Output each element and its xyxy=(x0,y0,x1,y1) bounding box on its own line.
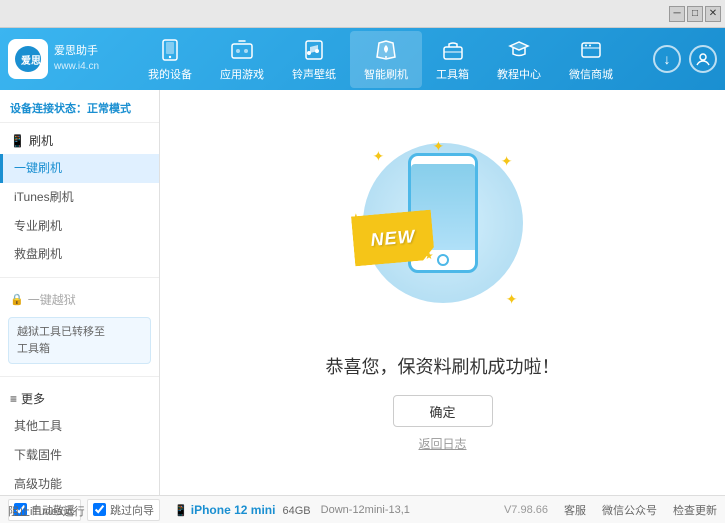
nav-app-label: 应用游戏 xyxy=(220,66,264,82)
sidebar-item-download-firmware[interactable]: 下载固件 xyxy=(0,441,159,470)
title-bar: ─ □ ✕ xyxy=(0,0,725,28)
app-game-icon xyxy=(229,37,255,63)
svg-text:爱思: 爱思 xyxy=(21,54,41,67)
status-label: 设备连接状态： xyxy=(10,103,87,115)
skip-wizard-checkbox[interactable] xyxy=(93,503,106,516)
nav-tutorial-label: 教程中心 xyxy=(497,66,541,82)
content-area: ✦ ✦ ✦ ✦ NEW ★ ★ 恭喜您，保资料刷机成功啦！ 确定 返回日志 xyxy=(160,90,725,495)
ringtone-icon xyxy=(301,37,327,63)
jailbreak-notice-text: 越狱工具已转移至工具箱 xyxy=(17,326,105,355)
nav-wechat-shop-label: 微信商城 xyxy=(569,66,613,82)
divider-1 xyxy=(0,277,159,278)
lock-icon: 🔒 xyxy=(10,293,24,306)
wechat-shop-icon xyxy=(578,37,604,63)
itunes-status: 阻止iTunes运行 xyxy=(8,503,85,519)
sparkle-1: ✦ xyxy=(373,148,385,165)
nav-tutorial[interactable]: 教程中心 xyxy=(483,31,555,88)
logo-icon: 爱思 xyxy=(8,39,48,79)
sidebar-section-flash: 📱 刷机 一键刷机 iTunes刷机 专业刷机 救盘刷机 xyxy=(0,123,159,273)
logo-text: 爱思助手 www.i4.cn xyxy=(54,44,99,73)
phone-nav-icon xyxy=(157,37,183,63)
skip-wizard-label: 跳过向导 xyxy=(110,502,154,518)
version-info: V7.98.66 xyxy=(504,504,548,516)
device-info: 📱 iPhone 12 mini 64GB xyxy=(174,503,311,517)
nav-my-device[interactable]: 我的设备 xyxy=(134,31,206,88)
sidebar: 设备连接状态：正常模式 📱 刷机 一键刷机 iTunes刷机 专业刷机 救盘刷机 xyxy=(0,90,160,495)
nav-my-device-label: 我的设备 xyxy=(148,66,192,82)
maximize-button[interactable]: □ xyxy=(687,6,703,22)
logo-area: 爱思 爱思助手 www.i4.cn xyxy=(8,39,108,79)
wechat-public-link[interactable]: 微信公众号 xyxy=(602,502,657,518)
jailbreak-section-header: 🔒 一键越狱 xyxy=(0,286,159,313)
nav-right: ↓ xyxy=(653,45,717,73)
back-link[interactable]: 返回日志 xyxy=(418,435,466,452)
nav-wechat-shop[interactable]: 微信商城 xyxy=(555,31,627,88)
itunes-status-text: 阻止iTunes运行 xyxy=(8,506,85,518)
logo-url: www.i4.cn xyxy=(54,60,99,74)
main-area: 设备连接状态：正常模式 📱 刷机 一键刷机 iTunes刷机 专业刷机 救盘刷机 xyxy=(0,90,725,495)
user-button[interactable] xyxy=(689,45,717,73)
smart-shop-icon xyxy=(373,37,399,63)
device-phone-icon: 📱 xyxy=(174,505,191,517)
more-section-header: ≡ 更多 xyxy=(0,385,159,412)
phone-sidebar-icon: 📱 xyxy=(10,134,25,148)
star-bottom: ★ xyxy=(425,251,434,262)
success-title: 恭喜您，保资料刷机成功啦！ xyxy=(326,353,560,379)
sidebar-item-pro-flash[interactable]: 专业刷机 xyxy=(0,212,159,241)
sidebar-item-advanced[interactable]: 高级功能 xyxy=(0,470,159,495)
home-button xyxy=(437,254,449,266)
bottom-bar: 自动敬遥 跳过向导 📱 iPhone 12 mini 64GB Down-12m… xyxy=(0,495,725,523)
sparkle-4: ✦ xyxy=(506,291,518,308)
nav-smart-shop[interactable]: 智能刷机 xyxy=(350,31,422,88)
skip-wizard-group: 跳过向导 xyxy=(87,499,160,521)
success-illustration: ✦ ✦ ✦ ✦ NEW ★ ★ xyxy=(343,133,543,333)
minimize-button[interactable]: ─ xyxy=(669,6,685,22)
sidebar-item-other-tools[interactable]: 其他工具 xyxy=(0,412,159,441)
sidebar-item-save-flash[interactable]: 救盘刷机 xyxy=(0,240,159,269)
status-value: 正常模式 xyxy=(87,103,131,115)
nav-toolbox-label: 工具箱 xyxy=(436,66,469,82)
nav-smart-shop-label: 智能刷机 xyxy=(364,66,408,82)
nav-toolbox[interactable]: 工具箱 xyxy=(422,31,483,88)
jailbreak-notice: 越狱工具已转移至工具箱 xyxy=(8,317,151,364)
connection-status: 设备连接状态：正常模式 xyxy=(0,94,159,123)
device-storage: 64GB xyxy=(283,505,311,517)
window-controls: ─ □ ✕ xyxy=(669,6,721,22)
close-button[interactable]: ✕ xyxy=(705,6,721,22)
star-left: ★ xyxy=(351,211,362,225)
download-button[interactable]: ↓ xyxy=(653,45,681,73)
nav-ringtone-label: 铃声壁纸 xyxy=(292,66,336,82)
sidebar-item-one-key-flash[interactable]: 一键刷机 xyxy=(0,154,159,183)
jailbreak-section-label: 一键越狱 xyxy=(28,291,76,308)
sparkle-3: ✦ xyxy=(501,153,513,170)
confirm-button[interactable]: 确定 xyxy=(393,395,493,427)
nav-app-game[interactable]: 应用游戏 xyxy=(206,31,278,88)
new-badge: NEW xyxy=(350,210,434,267)
tutorial-icon xyxy=(506,37,532,63)
nav-items: 我的设备 应用游戏 铃声壁纸 xyxy=(108,31,653,88)
device-name: iPhone 12 mini xyxy=(191,503,276,517)
flash-section-header: 📱 刷机 xyxy=(0,127,159,154)
check-update-link[interactable]: 检查更新 xyxy=(673,502,717,518)
flash-section-label: 刷机 xyxy=(29,132,53,149)
sidebar-section-jailbreak: 🔒 一键越狱 越狱工具已转移至工具箱 xyxy=(0,282,159,372)
logo-name: 爱思助手 xyxy=(54,44,99,59)
sidebar-item-itunes-flash[interactable]: iTunes刷机 xyxy=(0,183,159,212)
nav-ringtone[interactable]: 铃声壁纸 xyxy=(278,31,350,88)
more-icon: ≡ xyxy=(10,392,17,406)
customer-service-link[interactable]: 客服 xyxy=(564,502,586,518)
divider-2 xyxy=(0,376,159,377)
toolbox-icon xyxy=(440,37,466,63)
top-nav: 爱思 爱思助手 www.i4.cn 我的设备 xyxy=(0,28,725,90)
sidebar-section-more: ≡ 更多 其他工具 下载固件 高级功能 xyxy=(0,381,159,495)
device-model: Down-12mini-13,1 xyxy=(321,504,410,516)
more-section-label: 更多 xyxy=(21,390,45,407)
bottom-right: V7.98.66 客服 微信公众号 检查更新 xyxy=(504,502,717,518)
